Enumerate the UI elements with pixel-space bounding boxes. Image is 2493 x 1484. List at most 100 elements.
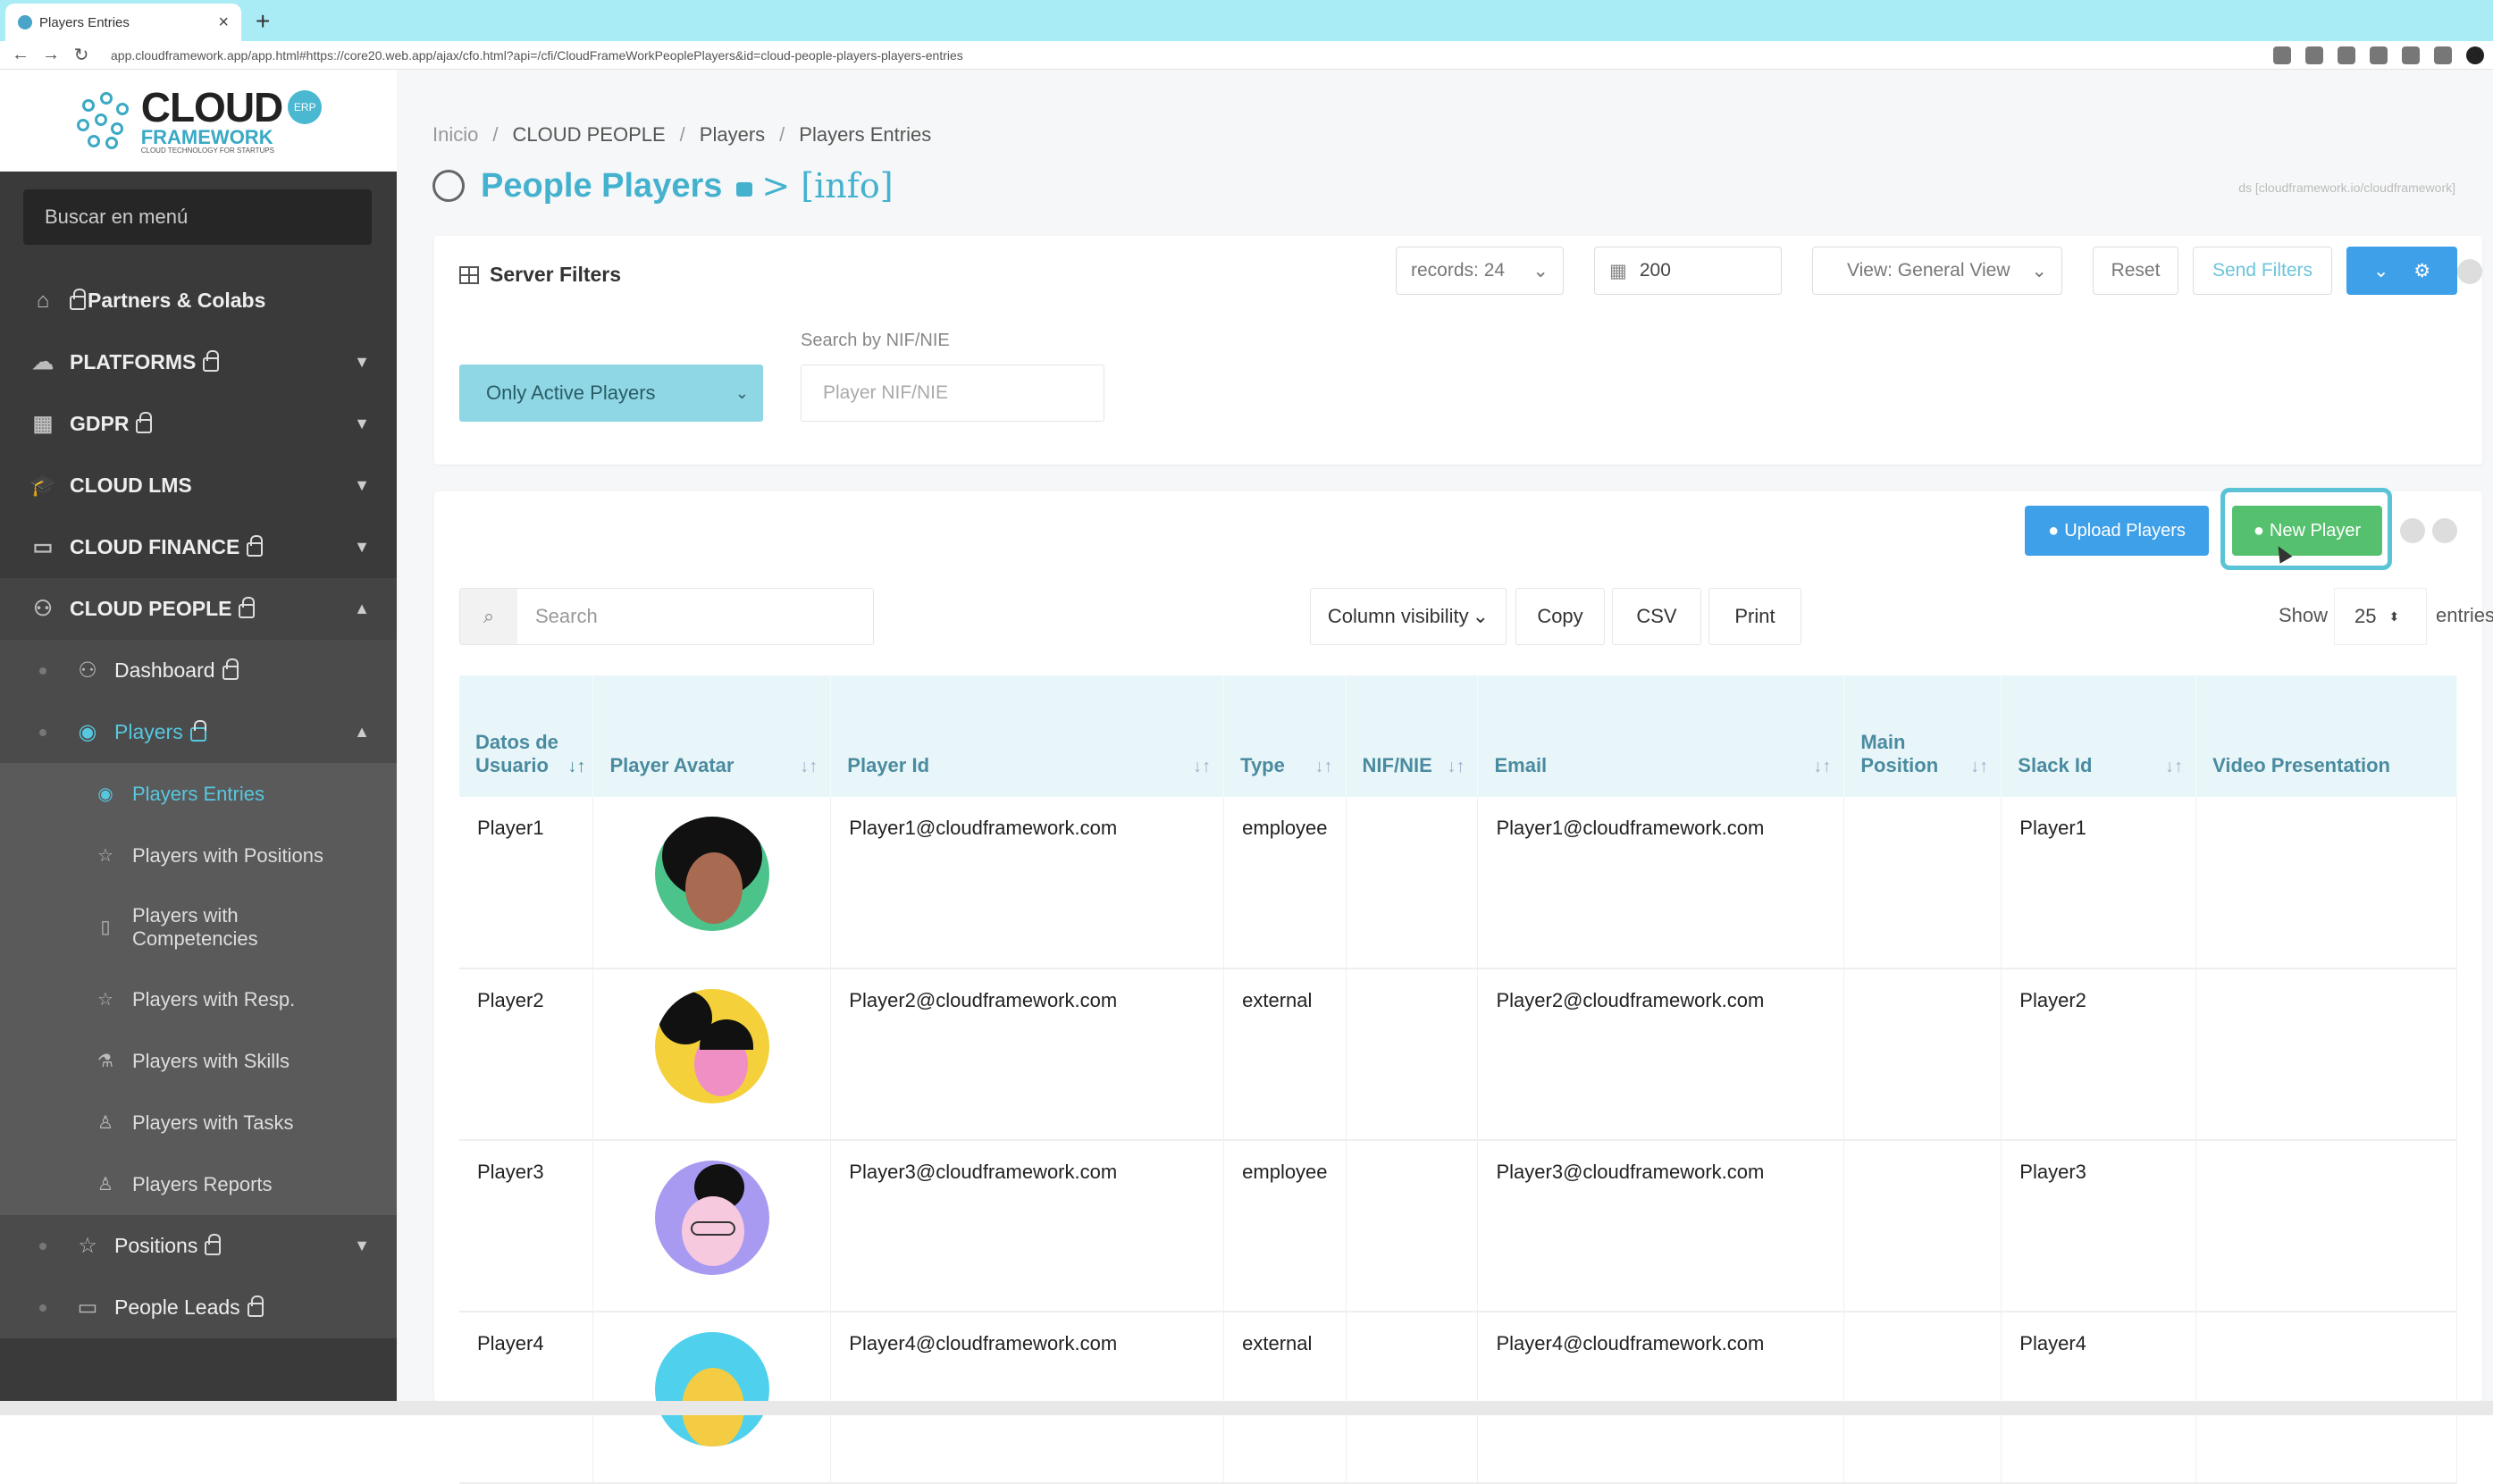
document-icon: ▯: [100, 918, 111, 937]
cell-avatar: [592, 797, 832, 969]
sidebar-item-cloud-finance[interactable]: ▭ CLOUD FINANCE ▼: [0, 516, 397, 578]
forward-icon[interactable]: →: [41, 45, 61, 65]
sidebar-item-players[interactable]: ◉ Players ▲: [0, 701, 397, 763]
sidebar-item-players-entries[interactable]: ◉ Players Entries: [0, 763, 397, 825]
new-player-label: New Player: [2269, 520, 2362, 541]
sort-icon[interactable]: ↓↑: [1315, 757, 1333, 777]
back-icon[interactable]: ←: [11, 45, 30, 65]
sidebar-item-players-competencies[interactable]: ▯ Players with Competencies: [0, 886, 397, 968]
column-header[interactable]: Type ↓↑: [1223, 675, 1347, 797]
reset-button[interactable]: Reset: [2093, 247, 2178, 295]
browser-tab[interactable]: Players Entries ×: [5, 4, 241, 41]
lock-icon: [247, 534, 264, 557]
breadcrumb-home[interactable]: Inicio: [432, 123, 478, 147]
sort-icon[interactable]: ↓↑: [1193, 757, 1211, 777]
sidebar-item-gdpr[interactable]: ▦ GDPR ▼: [0, 393, 397, 455]
active-players-select-value: Only Active Players: [486, 381, 656, 404]
records-select[interactable]: records: 24 ⌄: [1396, 247, 1564, 295]
column-header[interactable]: Video Presentation: [2195, 675, 2457, 797]
sort-icon[interactable]: ↓↑: [2165, 757, 2183, 777]
main-content: Inicio / CLOUD PEOPLE / Players / Player…: [397, 70, 2493, 1484]
sidebar-toggle-icon[interactable]: [2434, 46, 2452, 64]
view-select[interactable]: View: General View ⌄: [1812, 247, 2062, 295]
column-header-label: Video Presentation: [2212, 754, 2390, 776]
cell-slack-id: Player1: [2001, 797, 2197, 969]
nif-search-input[interactable]: Player NIF/NIE: [801, 365, 1104, 422]
bottom-scrollbar[interactable]: [0, 1401, 2493, 1415]
table-row[interactable]: Player4 Player4@cloudframework.com exter…: [459, 1312, 2457, 1484]
url-field[interactable]: app.cloudframework.app/app.html#https://…: [111, 48, 2166, 63]
sort-icon[interactable]: ↓↑: [1813, 757, 1831, 777]
logo[interactable]: CLOUD FRAMEWORK CLOUD TECHNOLOGY FOR STA…: [0, 70, 397, 172]
tab-close-icon[interactable]: ×: [218, 13, 229, 33]
csv-button[interactable]: CSV: [1612, 588, 1701, 645]
breadcrumb-cloud-people[interactable]: CLOUD PEOPLE: [512, 123, 665, 147]
column-header[interactable]: Player Id ↓↑: [830, 675, 1225, 797]
sidebar-item-cloud-people[interactable]: ⚇ CLOUD PEOPLE ▲: [0, 578, 397, 640]
bookmark-star-icon[interactable]: [2338, 46, 2355, 64]
fullscreen-icon[interactable]: [2432, 518, 2457, 543]
collapse-icon[interactable]: [2400, 518, 2425, 543]
send-filters-button[interactable]: Send Filters: [2193, 247, 2332, 295]
sort-icon[interactable]: ↓↑: [1447, 757, 1465, 777]
table-search[interactable]: ⌕ Search: [459, 588, 874, 645]
puzzle-icon[interactable]: [2402, 46, 2420, 64]
table-row[interactable]: Player2 Player2@cloudframework.com exter…: [459, 968, 2457, 1141]
sidebar-item-label: CLOUD PEOPLE: [70, 597, 232, 620]
profile-avatar-icon[interactable]: [2466, 46, 2484, 64]
cell-email: Player4@cloudframework.com: [1477, 1312, 1845, 1484]
limit-input[interactable]: ▦ 200: [1594, 247, 1782, 295]
zoom-icon[interactable]: [2273, 46, 2291, 64]
sidebar-item-players-resp[interactable]: ☆ Players with Resp.: [0, 968, 397, 1030]
column-header[interactable]: Email ↓↑: [1477, 675, 1845, 797]
table-search-input[interactable]: Search: [535, 605, 598, 628]
filters-dropdown-button[interactable]: ⌄ ⚙: [2346, 247, 2457, 295]
collapse-icon[interactable]: [2457, 259, 2482, 284]
new-tab-button[interactable]: +: [256, 7, 270, 36]
page-size-select[interactable]: 25 ⬍: [2334, 588, 2427, 645]
extension-icon[interactable]: [2370, 46, 2388, 64]
cell-nif: [1346, 1140, 1479, 1312]
avatar: [654, 1332, 769, 1446]
chevron-down-icon: ▼: [354, 538, 370, 556]
breadcrumb-players[interactable]: Players: [700, 123, 765, 147]
print-button[interactable]: Print: [1708, 588, 1801, 645]
copy-button[interactable]: Copy: [1515, 588, 1605, 645]
sort-icon[interactable]: ↓↑: [567, 757, 585, 777]
table-row[interactable]: Player1 Player1@cloudframework.com emplo…: [459, 797, 2457, 969]
cell-slack-id: Player3: [2001, 1140, 2197, 1312]
column-header[interactable]: Main Position ↓↑: [1843, 675, 2002, 797]
table-row[interactable]: Player3 Player3@cloudframework.com emplo…: [459, 1140, 2457, 1312]
info-link[interactable]: > [info]: [761, 166, 893, 205]
menu-search-input[interactable]: Buscar en menú: [23, 189, 372, 245]
limit-value: 200: [1639, 260, 1671, 281]
column-header[interactable]: Datos de Usuario ↓↑: [459, 675, 594, 797]
sidebar-item-platforms[interactable]: ☁ PLATFORMS ▼: [0, 331, 397, 393]
column-header[interactable]: Player Avatar ↓↑: [592, 675, 832, 797]
sidebar-item-dashboard[interactable]: ⚇ Dashboard: [0, 640, 397, 701]
column-visibility-button[interactable]: Column visibility ⌄: [1310, 588, 1507, 645]
reload-icon[interactable]: ↻: [71, 44, 91, 66]
column-header[interactable]: NIF/NIE ↓↑: [1346, 675, 1479, 797]
sort-icon[interactable]: ↓↑: [1970, 757, 1988, 777]
chevron-down-icon: ▼: [354, 353, 370, 371]
sidebar-item-players-reports[interactable]: ♙ Players Reports: [0, 1153, 397, 1215]
column-header[interactable]: Slack Id ↓↑: [2001, 675, 2197, 797]
active-players-select[interactable]: Only Active Players ⌄: [459, 365, 763, 422]
sidebar-item-partners[interactable]: ⌂ Partners & Colabs: [0, 270, 397, 331]
share-icon[interactable]: [2305, 46, 2323, 64]
sidebar-item-cloud-lms[interactable]: 🎓 CLOUD LMS ▼: [0, 455, 397, 516]
server-filters-title: Server Filters: [459, 263, 621, 287]
sort-icon[interactable]: ↓↑: [800, 757, 818, 777]
sidebar-item-positions[interactable]: ☆ Positions ▼: [0, 1215, 397, 1277]
upload-players-button[interactable]: ● Upload Players: [2025, 506, 2209, 556]
sidebar-item-people-leads[interactable]: ▭ People Leads: [0, 1277, 397, 1338]
sidebar-item-label: Players Entries: [132, 782, 264, 805]
sidebar-item-players-tasks[interactable]: ♙ Players with Tasks: [0, 1092, 397, 1153]
browser-tab-bar: Players Entries × +: [0, 0, 2493, 41]
new-player-button[interactable]: ● New Player: [2232, 506, 2382, 556]
logo-tagline: CLOUD TECHNOLOGY FOR STARTUPS: [140, 147, 274, 155]
flask-icon: ⚗: [97, 1052, 113, 1071]
sidebar-item-players-positions[interactable]: ☆ Players with Positions: [0, 825, 397, 886]
sidebar-item-players-skills[interactable]: ⚗ Players with Skills: [0, 1030, 397, 1092]
